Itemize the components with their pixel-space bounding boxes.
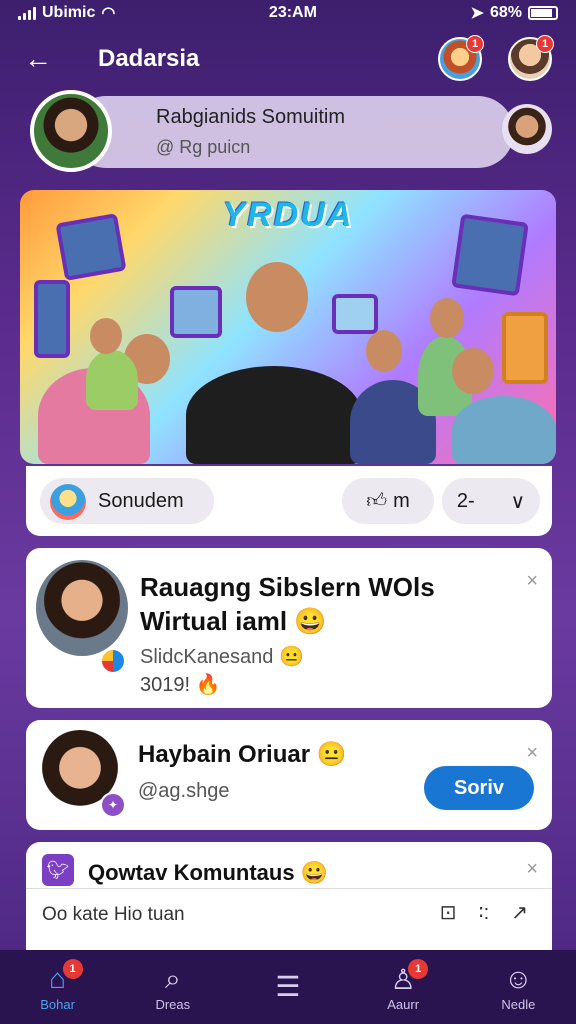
post-subtitle: SlidcKanesand 😐 (140, 644, 304, 669)
post-subtitle-text: SlidcKanesand (140, 646, 274, 668)
user-icon: ☺ (504, 962, 533, 994)
suggested-user-handle: @ag.shge (138, 780, 230, 802)
person-figure (452, 396, 556, 464)
photo-frame (332, 294, 378, 334)
nav-home[interactable]: ⌂ 1 Bohar (13, 958, 103, 1012)
back-arrow-icon[interactable]: ← (24, 43, 60, 75)
clock-icon[interactable]: ⊡ (440, 900, 457, 925)
suggested-user-name: Haybain Oriuar 😐 (138, 740, 347, 769)
nav-profile[interactable]: ☺ Nedle (473, 963, 563, 1012)
nav-badge: 1 (408, 958, 429, 979)
profile-pill[interactable]: Rabgianids Somuitim @ Rg puicn (70, 96, 514, 168)
hero-banner[interactable]: YRDUA (20, 190, 556, 464)
profile-handle: @ Rg puicn (156, 137, 251, 157)
more-icon[interactable]: ∶: (478, 900, 489, 925)
divider (26, 888, 552, 889)
person-head (246, 262, 308, 332)
photo-frame (55, 213, 127, 281)
emoji-icon: 😐 (279, 646, 304, 668)
reaction-chip[interactable]: Sonudem (40, 478, 214, 524)
notification-avatar[interactable]: 1 (438, 35, 484, 81)
chevron-down-icon[interactable]: ∨ (510, 489, 525, 514)
notification-badge: 1 (466, 35, 484, 53)
photo-frame (502, 312, 548, 384)
bottom-nav: ⌂ 1 Bohar ⌕ Dreas ☰ ♙ 1 Aaurr ☺ Nedle (0, 950, 576, 1024)
chip-label: Sonudem (98, 489, 184, 512)
photo-frame (451, 213, 529, 297)
post-title: Rauagng Sibslern WOls Wirtual iaml 😀 (140, 570, 520, 638)
nav-list[interactable]: ☰ (243, 970, 333, 1004)
post-meta: 3019! 🔥 (140, 672, 221, 697)
friend-avatar[interactable] (502, 104, 552, 154)
post-meta-text: 3019! (140, 674, 191, 696)
signal-icon (18, 6, 36, 20)
app-header: ← Dadarsia 1 1 (0, 34, 576, 84)
post-title-text: Rauagng Sibslern WOls Wirtual iaml (140, 572, 435, 636)
like-button[interactable]: 👍︎ m (342, 478, 434, 524)
location-icon: ➤ (470, 5, 484, 22)
person-figure (186, 366, 362, 464)
wifi-icon: ◠ (101, 5, 116, 22)
user-avatar[interactable]: 1 (508, 35, 554, 81)
author-avatar[interactable] (36, 560, 128, 656)
user-badge: 1 (536, 35, 554, 53)
photo-frame (34, 280, 70, 358)
page-title: Dadarsia (98, 45, 200, 72)
profile-row: Rabgianids Somuitim @ Rg puicn (30, 90, 560, 172)
person-head (452, 348, 494, 394)
emoji-icon: 😀 (300, 860, 329, 885)
status-bar: Ubimic ◠ 23:AM ➤ 68% (0, 0, 576, 26)
battery-icon (527, 6, 558, 20)
app-badge-icon (100, 648, 126, 674)
person-head (430, 298, 464, 338)
close-icon[interactable]: × (526, 570, 538, 593)
nav-activity[interactable]: ♙ 1 Aaurr (358, 958, 448, 1012)
person-head (366, 330, 402, 372)
nav-search[interactable]: ⌕ Dreas (128, 963, 218, 1012)
close-icon[interactable]: × (526, 742, 538, 765)
emoji-icon: 😐 (316, 741, 347, 768)
clock: 23:AM (268, 4, 317, 21)
bird-icon: 🐦︎ (42, 854, 74, 886)
person-head (90, 318, 122, 354)
action-bar: Sonudem 👍︎ m 2- ∨ (26, 466, 552, 536)
share-label: 2- (456, 489, 475, 512)
close-icon[interactable]: × (526, 858, 538, 881)
photo-frame (170, 286, 222, 338)
like-count: m (393, 489, 410, 512)
nav-label: Dreas (155, 996, 191, 1012)
carrier-label: Ubimic (42, 4, 96, 21)
flame-icon: 🔥 (195, 674, 221, 696)
share-button[interactable]: 2- ∨ (442, 478, 540, 524)
profile-avatar[interactable] (30, 90, 112, 172)
share-arrow-icon[interactable]: ↗ (511, 900, 528, 925)
verified-icon: ✦ (100, 792, 126, 818)
follow-button[interactable]: Soriv (424, 766, 534, 810)
list-icon: ☰ (275, 971, 301, 1002)
emoji-icon: 😀 (294, 606, 327, 636)
battery-label: 68% (489, 4, 522, 21)
comment-tools: ⊡ ∶: ↗ (440, 900, 528, 925)
person-figure (86, 350, 138, 410)
nav-label: Nedle (501, 996, 536, 1012)
comment-input[interactable]: Oo kate Hio tuan (42, 904, 185, 926)
community-card[interactable]: 🐦︎ Qowtav Komuntaus 😀 × Oo kate Hio tuan… (26, 842, 552, 952)
post-card[interactable]: Rauagng Sibslern WOls Wirtual iaml 😀 Sli… (26, 548, 552, 708)
thumbs-up-icon: 👍︎ (366, 490, 388, 512)
nav-label: Aaurr (387, 996, 420, 1012)
nav-badge: 1 (62, 958, 83, 979)
suggested-user-name-text: Haybain Oriuar (138, 741, 311, 768)
profile-name: Rabgianids Somuitim (156, 106, 345, 128)
mascot-icon (50, 484, 86, 520)
community-title: Qowtav Komuntaus 😀 (88, 860, 328, 886)
search-icon: ⌕ (164, 962, 181, 994)
community-title-text: Qowtav Komuntaus (88, 860, 295, 885)
nav-label: Bohar (40, 996, 75, 1012)
suggestion-card[interactable]: ✦ Haybain Oriuar 😐 @ag.shge Soriv × (26, 720, 552, 830)
